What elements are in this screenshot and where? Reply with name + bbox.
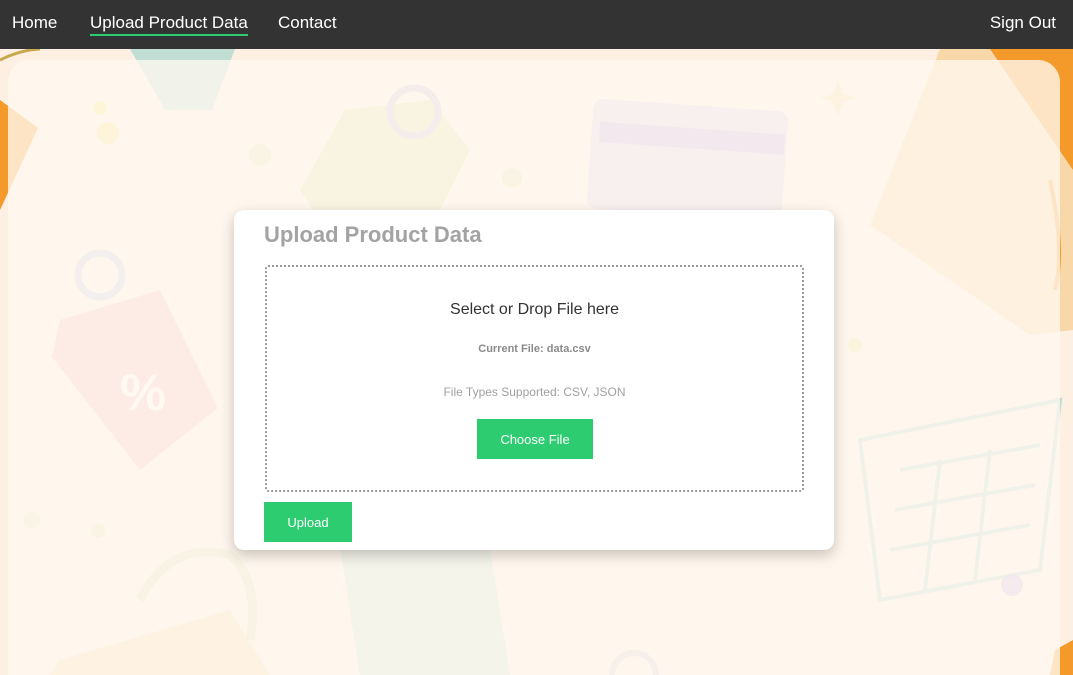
nav-upload-product-data-link[interactable]: Upload Product Data [90,13,248,36]
top-navbar: Home Upload Product Data Contact Sign Ou… [0,0,1073,49]
drop-zone-title: Select or Drop File here [450,301,619,318]
upload-card: Upload Product Data Select or Drop File … [234,210,834,550]
supported-file-types: File Types Supported: CSV, JSON [443,385,626,399]
nav-home-link[interactable]: Home [12,13,57,33]
sign-out-link[interactable]: Sign Out [990,13,1056,33]
current-file-name: data.csv [546,343,591,355]
current-file-text: Current File: data.csv [267,343,802,355]
card-title: Upload Product Data [264,222,482,247]
nav-contact-link[interactable]: Contact [278,13,337,33]
upload-button[interactable]: Upload [264,502,352,542]
choose-file-button[interactable]: Choose File [477,419,593,459]
file-drop-zone[interactable]: Select or Drop File here Current File: d… [265,265,804,492]
current-file-label: Current File: [478,343,544,355]
